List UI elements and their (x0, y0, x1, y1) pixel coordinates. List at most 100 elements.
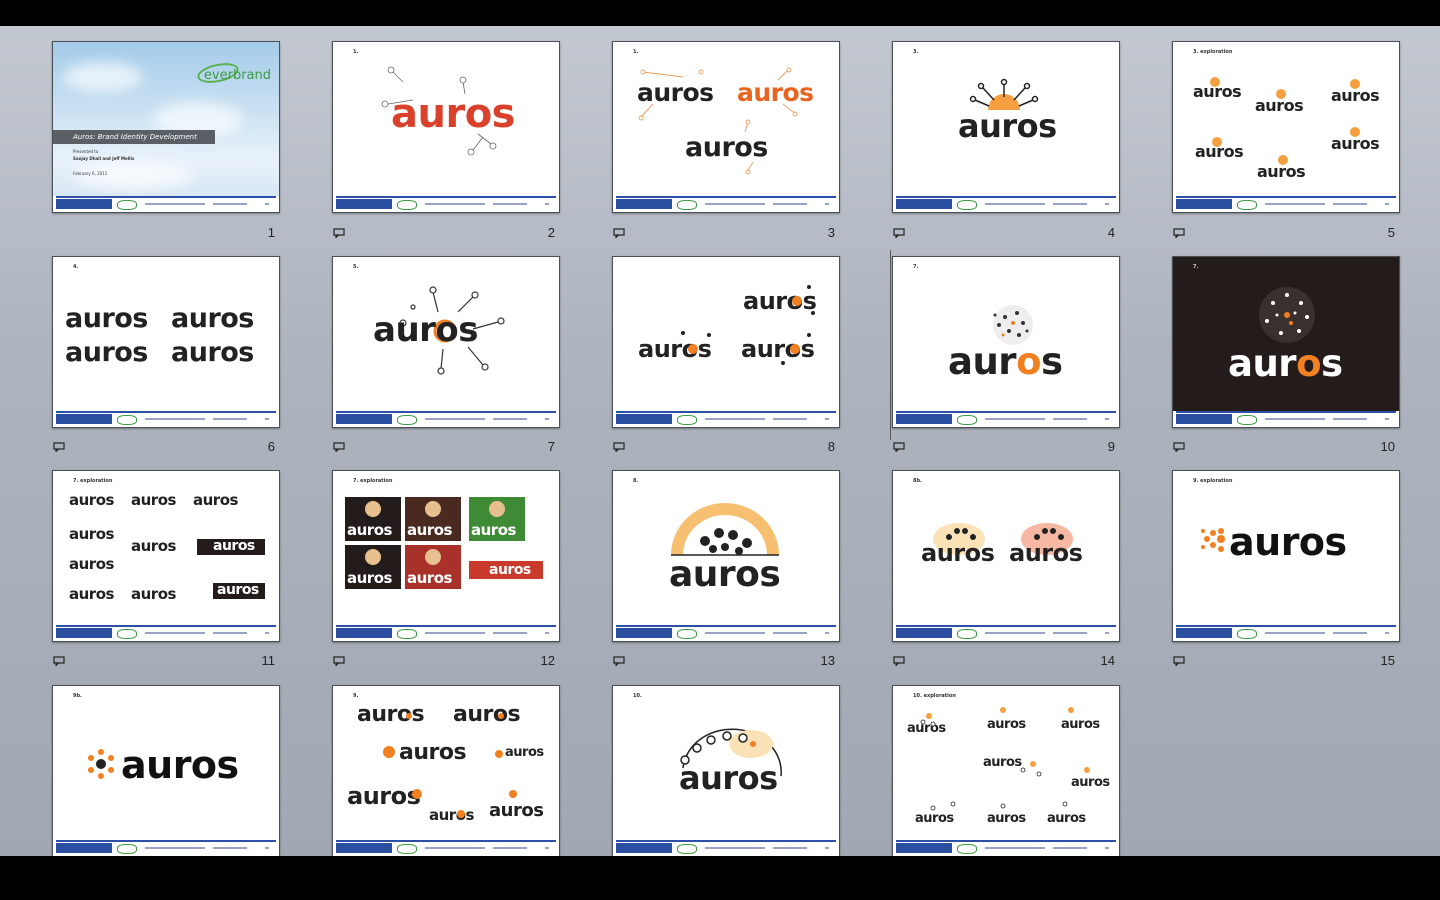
slide-thumbnail-14[interactable]: 8b. auros auros (892, 470, 1120, 642)
auros-variant: auros (65, 337, 148, 368)
slide-number-6: 6 (267, 439, 275, 454)
slide-heading: 7. exploration (73, 478, 113, 484)
auros-variant-inverse: auros (213, 538, 255, 554)
presented-to: Presented to (73, 149, 99, 154)
speech-bubble-icon[interactable] (333, 656, 345, 666)
slide-thumbnail-3[interactable]: 1. auros auros auros (612, 41, 840, 213)
slide-number-11: 11 (261, 653, 276, 668)
slide-thumbnail-4[interactable]: 3. auros (892, 41, 1120, 213)
slide-number-5: 5 (1387, 225, 1395, 240)
auros-variant: auros (69, 525, 114, 543)
auros-wordmark: auros (948, 340, 1063, 383)
slide-number-7: 7 (547, 439, 555, 454)
slide-number-13: 13 (820, 653, 835, 668)
dot-marks (383, 713, 517, 818)
slide-heading: 4. (73, 264, 79, 270)
slide-thumbnail-11[interactable]: 7. exploration auros auros auros auros a… (52, 470, 280, 642)
slide-thumbnail-12[interactable]: 7. exploration auros auros auros auros a… (332, 470, 560, 642)
auros-variant: auros (131, 585, 176, 603)
auros-variant: auros (69, 585, 114, 603)
slide-footer (333, 840, 559, 856)
orbit-marks (920, 707, 1090, 811)
slide-thumbnail-16[interactable]: 9b. auros (52, 685, 280, 856)
slide-number-14: 14 (1100, 653, 1115, 668)
slide-footer (333, 625, 559, 641)
sun-marks (1210, 77, 1360, 165)
slide-footer (1173, 625, 1399, 641)
speech-bubble-icon[interactable] (333, 228, 345, 238)
speech-bubble-icon[interactable] (893, 442, 905, 452)
slide-thumbnail-5[interactable]: 3. exploration auros auros auros auros a… (1172, 41, 1400, 213)
auros-wordmark-black: auros (637, 78, 714, 107)
auros-wordmark: auros (679, 759, 778, 797)
speech-bubble-icon[interactable] (1173, 442, 1185, 452)
slide-number-4: 4 (1107, 225, 1115, 240)
slide-footer (893, 196, 1119, 212)
speech-bubble-icon[interactable] (613, 228, 625, 238)
auros-variant: auros (69, 555, 114, 573)
auros-variant: auros (131, 491, 176, 509)
auros-wordmark: auros (958, 107, 1057, 145)
slide-thumbnail-7[interactable]: 5. auros (332, 256, 560, 428)
everbrand-logo: everbrand (203, 68, 271, 83)
orbit-nodes (681, 285, 815, 365)
slide-thumbnail-19[interactable]: 10. exploration auros auros auros auros … (892, 685, 1120, 856)
slide-thumbnail-17[interactable]: 9. auros auros auros auros auros auros a… (332, 685, 560, 856)
speech-bubble-icon[interactable] (613, 442, 625, 452)
slide-number-3: 3 (827, 225, 835, 240)
slide-footer (1173, 196, 1399, 212)
date: February 6, 2011 (73, 171, 108, 176)
slide-footer (333, 196, 559, 212)
slide-footer (53, 840, 279, 856)
auros-wordmark: auros (921, 539, 995, 567)
slide-number-9: 9 (1107, 439, 1115, 454)
auros-wordmark: auros (1229, 520, 1347, 564)
network-lines (638, 67, 798, 175)
slide-thumbnail-10[interactable]: 7. auros (1172, 256, 1400, 428)
auros-variant-inverse: auros (217, 582, 259, 598)
auros-variant: auros (171, 303, 254, 334)
slide-number-2: 2 (547, 225, 555, 240)
slide-thumbnail-9[interactable]: 7. auros (892, 256, 1120, 428)
auros-variant: auros (69, 491, 114, 509)
auros-wordmark: auros (669, 554, 781, 595)
slide-thumbnail-18[interactable]: 10. auros (612, 685, 840, 856)
slide-footer (613, 840, 839, 856)
slide-thumbnail-15[interactable]: 9. exploration auros (1172, 470, 1400, 642)
slide-footer (613, 625, 839, 641)
speech-bubble-icon[interactable] (893, 656, 905, 666)
cluster-marks (365, 501, 505, 565)
slide-footer (333, 411, 559, 427)
speech-bubble-icon[interactable] (53, 442, 65, 452)
speech-bubble-icon[interactable] (1173, 228, 1185, 238)
slide-thumbnail-13[interactable]: 8. auros (612, 470, 840, 642)
slide-sorter-view[interactable]: everbrand Auros: Brand Identity Developm… (0, 26, 1440, 856)
auros-wordmark: auros (1009, 539, 1083, 567)
slide-thumbnail-2[interactable]: 1. auros (332, 41, 560, 213)
title-band: Auros: Brand Identity Development (53, 130, 215, 144)
auros-variant: auros (171, 337, 254, 368)
slide-thumbnail-1[interactable]: everbrand Auros: Brand Identity Developm… (52, 41, 280, 213)
slide-footer (893, 625, 1119, 641)
auros-wordmark: auros (121, 743, 239, 787)
slide-number-8: 8 (827, 439, 835, 454)
speech-bubble-icon[interactable] (893, 228, 905, 238)
speech-bubble-icon[interactable] (1173, 656, 1185, 666)
auros-variant: auros (131, 537, 176, 555)
slide-footer (613, 196, 839, 212)
auros-wordmark: auros (373, 310, 479, 350)
cloud-shape (73, 162, 193, 190)
speech-bubble-icon[interactable] (613, 656, 625, 666)
slide-thumbnail-6[interactable]: 4. auros auros auros auros (52, 256, 280, 428)
top-black-bar (0, 0, 1440, 26)
slide-footer (613, 411, 839, 427)
speech-bubble-icon[interactable] (53, 656, 65, 666)
cloud-shape (63, 62, 143, 92)
slide-thumbnail-8[interactable]: auros auros auros (612, 256, 840, 428)
auros-wordmark: auros (391, 91, 515, 137)
slide-footer (1173, 411, 1399, 427)
slide-footer (893, 840, 1119, 856)
slide-number-10: 10 (1380, 439, 1395, 454)
slide-number-12: 12 (540, 653, 555, 668)
speech-bubble-icon[interactable] (333, 442, 345, 452)
